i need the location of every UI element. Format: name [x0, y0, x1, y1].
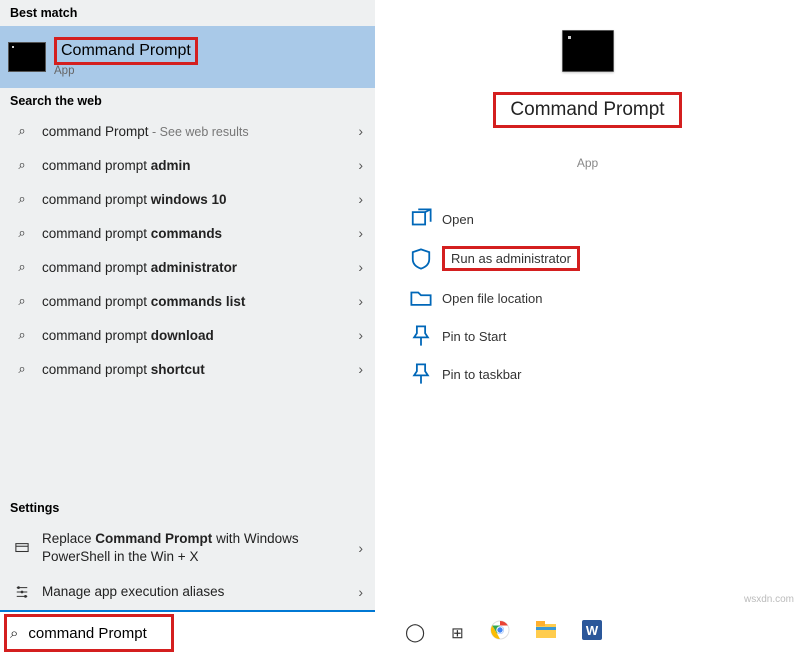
settings-item-icon	[12, 585, 32, 599]
web-result-item[interactable]: ⌕ command Prompt - See web results›	[0, 114, 375, 148]
detail-subtitle: App	[375, 156, 800, 170]
settings-item-icon	[12, 541, 32, 555]
chevron-right-icon: ›	[358, 225, 363, 241]
detail-title: Command Prompt	[493, 92, 681, 128]
web-result-item[interactable]: ⌕ command prompt commands list›	[0, 284, 375, 318]
action-label: Open	[442, 212, 474, 227]
chevron-right-icon: ›	[358, 540, 363, 556]
shield-icon	[410, 248, 432, 270]
pin-to-start-action[interactable]: Pin to Start	[410, 317, 800, 355]
chevron-right-icon: ›	[358, 191, 363, 207]
search-results-panel: Best match Command Prompt App Search the…	[0, 0, 375, 610]
pin-icon	[410, 363, 432, 385]
open-action[interactable]: Open	[410, 200, 800, 238]
action-label: Open file location	[442, 291, 542, 306]
search-icon: ⌕	[12, 361, 32, 377]
open-icon	[410, 208, 432, 230]
file-explorer-icon[interactable]	[536, 621, 556, 644]
settings-text: Replace Command Prompt with Windows Powe…	[42, 530, 358, 565]
chevron-right-icon: ›	[358, 361, 363, 377]
cmd-prompt-icon	[562, 30, 614, 72]
settings-item[interactable]: Replace Command Prompt with Windows Powe…	[0, 521, 375, 574]
cmd-prompt-icon	[8, 42, 46, 72]
search-input[interactable]	[28, 625, 365, 642]
watermark: wsxdn.com	[744, 594, 794, 605]
search-icon: ⌕	[12, 191, 32, 207]
open-file-location-action[interactable]: Open file location	[410, 279, 800, 317]
web-result-item[interactable]: ⌕ command prompt commands›	[0, 216, 375, 250]
search-icon: ⌕	[12, 225, 32, 241]
cortana-icon[interactable]: ◯	[405, 622, 425, 643]
result-text: command Prompt - See web results	[42, 124, 358, 139]
result-text: command prompt download	[42, 328, 358, 343]
chrome-icon[interactable]	[490, 620, 510, 645]
result-text: command prompt commands	[42, 226, 358, 241]
action-label: Pin to taskbar	[442, 367, 522, 382]
result-text: command prompt administrator	[42, 260, 358, 275]
search-icon: ⌕	[12, 157, 32, 173]
web-result-item[interactable]: ⌕ command prompt admin›	[0, 148, 375, 182]
result-text: command prompt commands list	[42, 294, 358, 309]
result-text: command prompt shortcut	[42, 362, 358, 377]
task-view-icon[interactable]: ⊞	[451, 624, 464, 642]
search-box[interactable]: ⌕	[0, 610, 375, 655]
web-results-list: ⌕command Prompt - See web results›⌕comma…	[0, 114, 375, 495]
web-result-item[interactable]: ⌕ command prompt download›	[0, 318, 375, 352]
chevron-right-icon: ›	[358, 157, 363, 173]
web-result-item[interactable]: ⌕ command prompt administrator›	[0, 250, 375, 284]
best-match-subtitle: App	[54, 65, 198, 77]
best-match-title: Command Prompt	[54, 37, 198, 65]
taskbar-icons: ◯ ⊞ W	[375, 620, 602, 645]
settings-list: Replace Command Prompt with Windows Powe…	[0, 521, 375, 610]
web-result-item[interactable]: ⌕ command prompt windows 10›	[0, 182, 375, 216]
settings-header: Settings	[0, 495, 375, 521]
result-text: command prompt windows 10	[42, 192, 358, 207]
chevron-right-icon: ›	[358, 327, 363, 343]
best-match-header: Best match	[0, 0, 375, 26]
search-icon: ⌕	[12, 327, 32, 343]
chevron-right-icon: ›	[358, 293, 363, 309]
settings-item[interactable]: Manage app execution aliases›	[0, 574, 375, 610]
folder-icon	[410, 287, 432, 309]
best-match-item[interactable]: Command Prompt App	[0, 26, 375, 88]
search-icon: ⌕	[12, 259, 32, 275]
web-result-item[interactable]: ⌕ command prompt shortcut›	[0, 352, 375, 386]
chevron-right-icon: ›	[358, 123, 363, 139]
detail-panel: Command Prompt App Open Run as administr…	[375, 0, 800, 610]
search-icon: ⌕	[10, 625, 18, 642]
chevron-right-icon: ›	[358, 259, 363, 275]
search-icon: ⌕	[12, 293, 32, 309]
search-web-header: Search the web	[0, 88, 375, 114]
svg-text:W: W	[586, 623, 599, 638]
action-label: Pin to Start	[442, 329, 506, 344]
settings-text: Manage app execution aliases	[42, 583, 358, 601]
action-label: Run as administrator	[442, 246, 580, 271]
search-icon: ⌕	[12, 123, 32, 139]
pin-icon	[410, 325, 432, 347]
chevron-right-icon: ›	[358, 584, 363, 600]
run-as-admin-action[interactable]: Run as administrator	[410, 238, 800, 279]
taskbar: ⌕ ◯ ⊞ W	[0, 610, 800, 655]
pin-to-taskbar-action[interactable]: Pin to taskbar	[410, 355, 800, 393]
result-text: command prompt admin	[42, 158, 358, 173]
word-icon[interactable]: W	[582, 620, 602, 645]
